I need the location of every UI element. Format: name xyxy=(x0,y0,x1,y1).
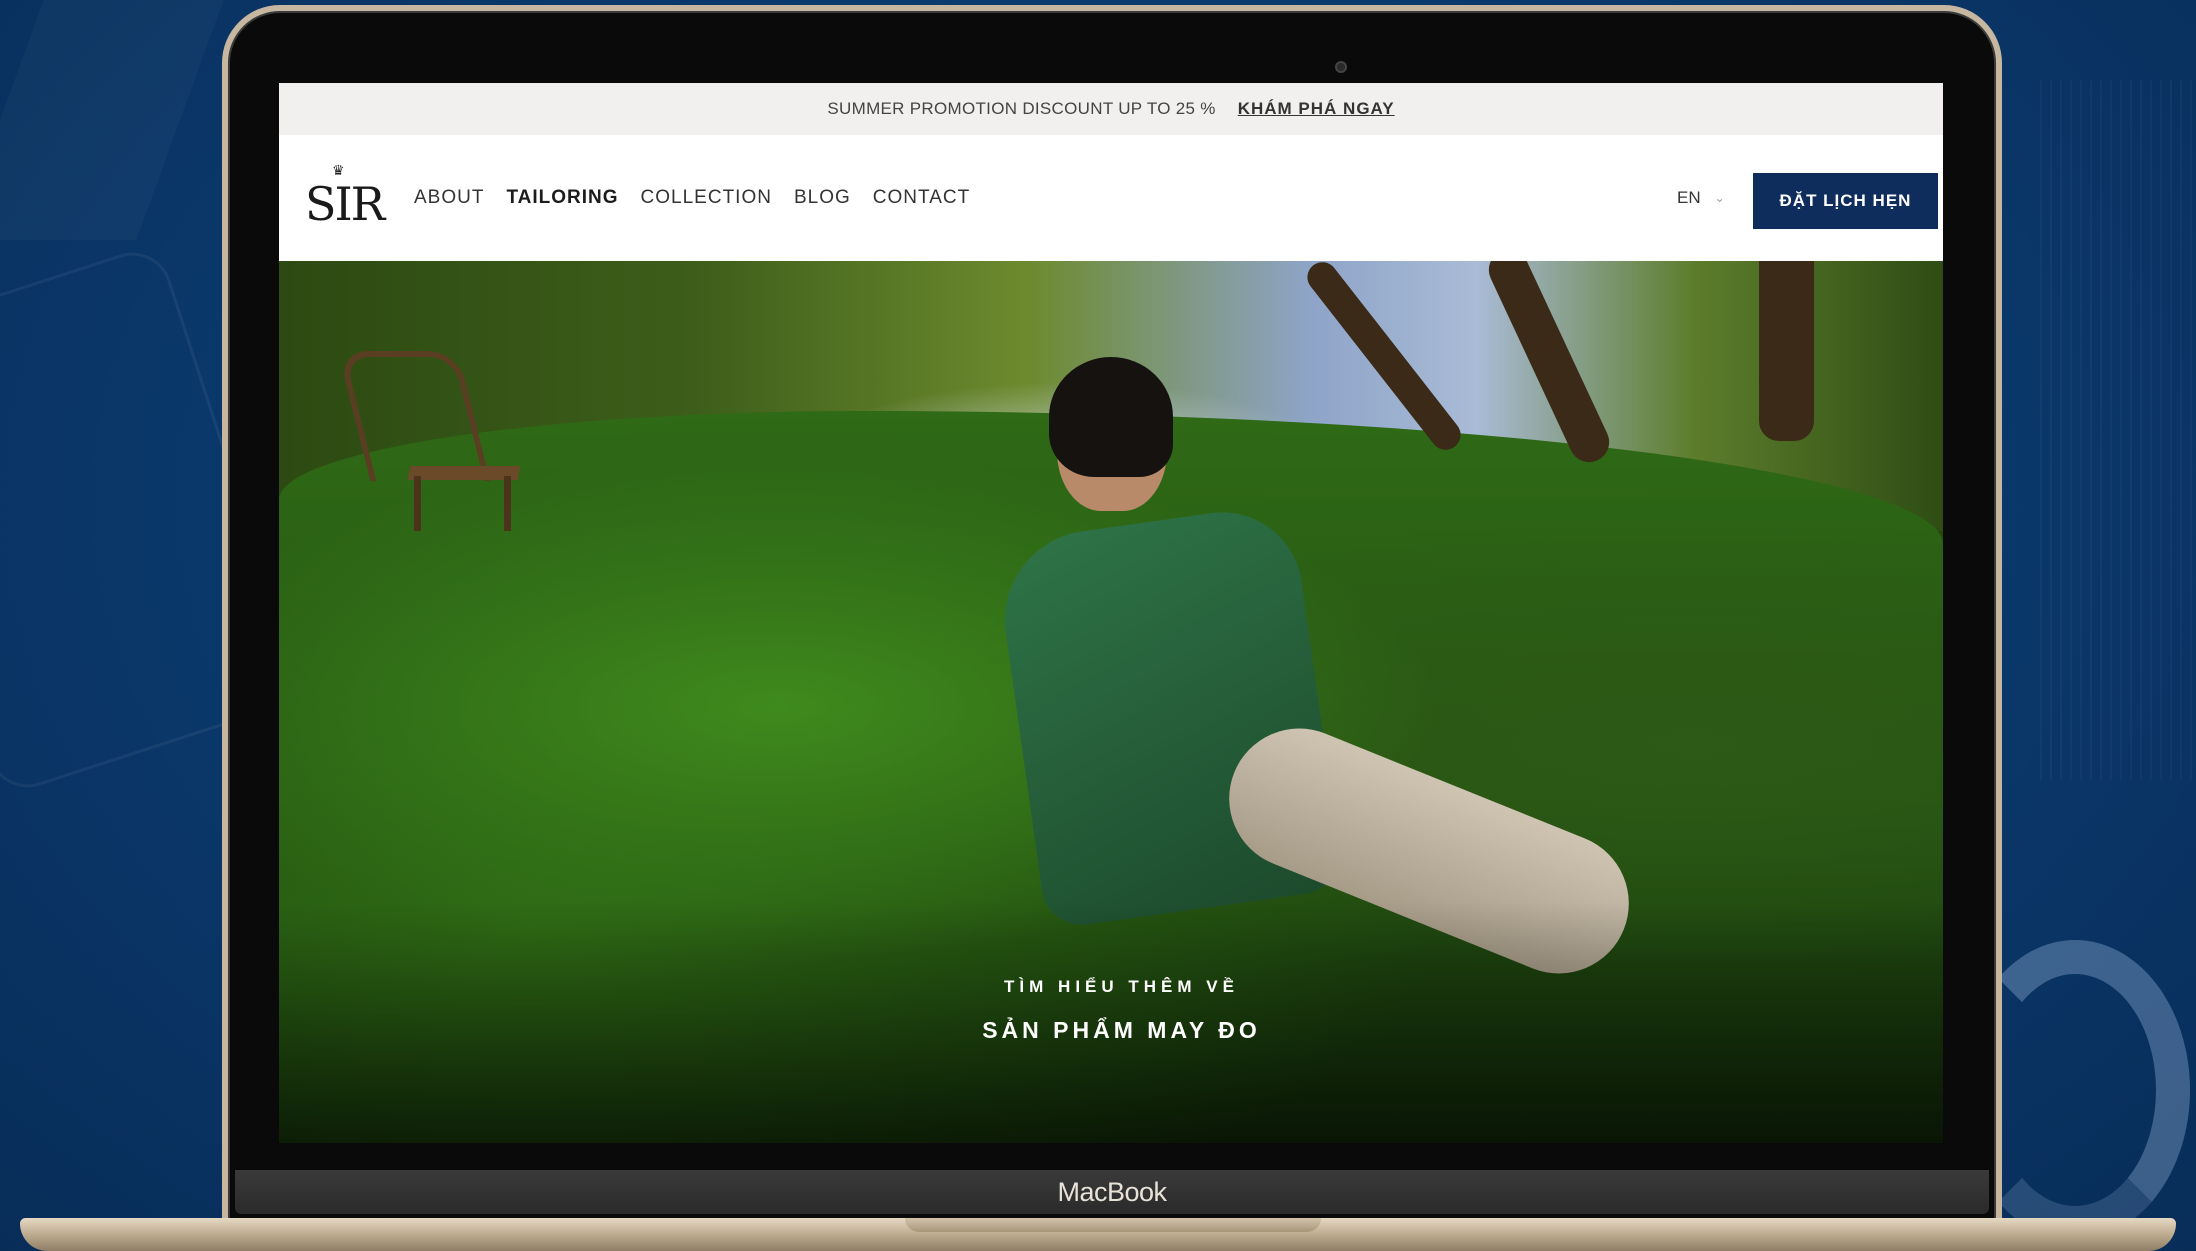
site-header: ♛ SIR ABOUT TAILORING COLLECTION BLOG CO… xyxy=(279,135,1943,261)
nav-item-tailoring[interactable]: TAILORING xyxy=(506,187,618,209)
chevron-down-icon: ⌄ xyxy=(1714,191,1725,205)
language-label: EN xyxy=(1677,188,1701,207)
nav-item-collection[interactable]: COLLECTION xyxy=(641,187,772,209)
device-label: MacBook xyxy=(1057,1177,1167,1207)
website-screen: SUMMER PROMOTION DISCOUNT UP TO 25 % KHÁ… xyxy=(279,83,1943,1143)
camera-icon xyxy=(1335,61,1347,73)
main-nav: ABOUT TAILORING COLLECTION BLOG CONTACT xyxy=(414,135,970,261)
background-decoration xyxy=(2040,80,2196,780)
nav-item-contact[interactable]: CONTACT xyxy=(873,187,970,209)
book-appointment-button[interactable]: ĐẶT LỊCH HẸN xyxy=(1753,173,1938,229)
laptop-base-notch xyxy=(905,1218,1321,1232)
promo-bar: SUMMER PROMOTION DISCOUNT UP TO 25 % KHÁ… xyxy=(279,83,1943,135)
hero-kicker: TÌM HIỂU THÊM VỀ xyxy=(1004,977,1239,996)
background-decoration xyxy=(0,0,224,240)
language-selector[interactable]: EN ⌄ xyxy=(1677,135,1725,261)
tree-branch xyxy=(1759,261,1814,441)
promo-text: SUMMER PROMOTION DISCOUNT UP TO 25 % xyxy=(827,99,1216,118)
hero-caption: TÌM HIỂU THÊM VỀ SẢN PHẨM MAY ĐO xyxy=(279,977,1943,1044)
hero-banner: TÌM HIỂU THÊM VỀ SẢN PHẨM MAY ĐO xyxy=(279,261,1943,1143)
site-logo[interactable]: ♛ SIR xyxy=(305,163,385,233)
hero-title-link[interactable]: SẢN PHẨM MAY ĐO xyxy=(279,1017,1943,1044)
nav-item-blog[interactable]: BLOG xyxy=(794,187,851,209)
laptop-chin: MacBook xyxy=(235,1170,1989,1214)
logo-wordmark: SIR xyxy=(305,177,385,231)
nav-item-about[interactable]: ABOUT xyxy=(414,187,484,209)
promo-link[interactable]: KHÁM PHÁ NGAY xyxy=(1238,99,1395,119)
wooden-chair-image xyxy=(337,351,524,531)
